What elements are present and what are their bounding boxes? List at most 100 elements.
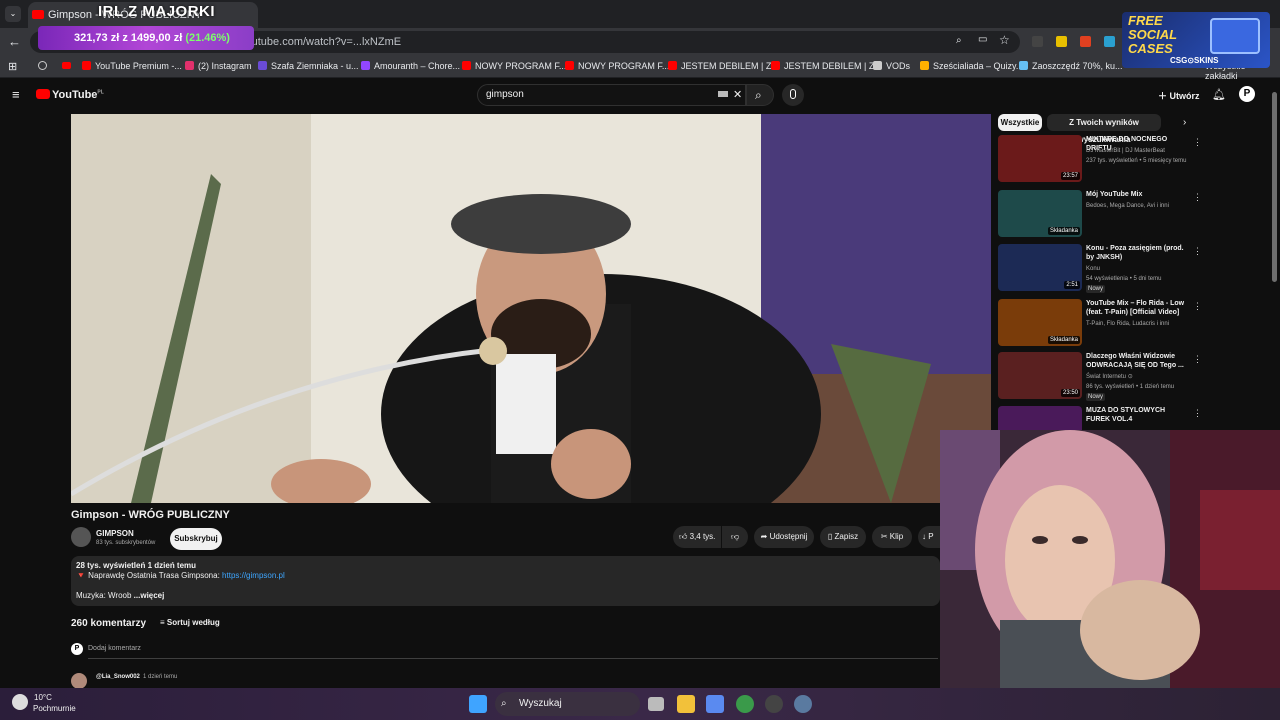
description-link[interactable]: https://gimpson.pl — [222, 571, 285, 580]
duration-badge: 23:50 — [1060, 389, 1080, 397]
add-comment-input[interactable]: Dodaj komentarz — [88, 645, 938, 659]
weather-icon[interactable] — [12, 694, 28, 710]
stream-title: IRL Z MAJORKI — [98, 3, 216, 20]
file-explorer-icon[interactable] — [677, 695, 695, 713]
search-icon: ⌕ — [501, 698, 507, 709]
bookmark-label: Szafa Ziemniaka - u... — [271, 61, 359, 71]
video-thumbnail[interactable]: Składanka — [998, 299, 1082, 346]
back-arrow-icon[interactable]: ← — [8, 34, 21, 49]
sort-button[interactable]: ≡ Sortuj według — [160, 618, 220, 627]
settings-icon[interactable] — [794, 695, 812, 713]
cast-icon[interactable]: ▭ — [978, 34, 987, 45]
youtube-logo[interactable]: YouTubePL — [36, 89, 104, 101]
filter-all[interactable]: Wszystkie — [998, 114, 1042, 131]
create-button[interactable]: ＋ Utwórz — [1158, 89, 1200, 102]
video-thumbnail[interactable]: 23:50 — [998, 352, 1082, 399]
app-icon[interactable] — [765, 695, 783, 713]
bookmarks-bar: ⊞ YouTube Premium -... (2) Instagram Szafa… — [0, 56, 1280, 81]
star-icon[interactable]: ☆ — [999, 33, 1010, 47]
bookmark-item[interactable]: JESTEM DEBILEM | Z... — [771, 61, 882, 71]
region-label: PL — [97, 89, 104, 96]
video-thumbnail[interactable]: Składanka — [998, 190, 1082, 237]
weather-text[interactable]: Pochmurnie — [33, 704, 76, 713]
streamer-webcam — [940, 430, 1280, 692]
bookmark-label: (2) Instagram — [198, 61, 252, 71]
comment-time: 1 dzień temu — [143, 674, 178, 680]
views-date: 28 tys. wyświetleń 1 dzień temu — [76, 561, 197, 570]
extension-icon[interactable] — [1032, 36, 1043, 47]
comment-avatar[interactable] — [71, 673, 87, 689]
apps-grid-icon[interactable]: ⊞ — [8, 60, 17, 73]
bookmark-item[interactable]: JESTEM DEBILEM | Z... — [668, 61, 779, 71]
menu-icon[interactable]: ≡ — [12, 87, 20, 102]
comment-user[interactable]: @Lia_Snow002 — [96, 674, 140, 680]
description-box[interactable]: 28 tys. wyświetleń 1 dzień temu 🔻 Napraw… — [71, 556, 940, 606]
bookmark-item[interactable]: YouTube Premium -... — [82, 61, 182, 71]
goal-target: 1499,00 zł — [130, 32, 183, 44]
more-options-icon[interactable]: ⋮ — [1193, 408, 1198, 419]
bookmark-item[interactable]: Zaoszczędź 70%, ku... — [1019, 61, 1123, 71]
rec-meta: 237 tys. wyświetleń • 5 miesięcy temu — [1086, 158, 1187, 164]
more-options-icon[interactable]: ⋮ — [1193, 301, 1202, 312]
goal-of: z — [122, 32, 128, 44]
video-player[interactable] — [71, 114, 991, 503]
bookmark-item[interactable]: (2) Instagram — [185, 61, 252, 71]
bookmark-item[interactable]: NOWY PROGRAM F... — [565, 61, 669, 71]
recommendation-item[interactable]: Składanka Mój YouTube Mix Bedoes, Mega Dan… — [998, 190, 1202, 240]
recommendation-item[interactable]: 23:57 MIXTAPE DO NOCNEGO DRIFTU DJ MasterB… — [998, 135, 1202, 185]
temperature[interactable]: 10°C — [34, 693, 52, 702]
voice-search-button[interactable] — [782, 84, 804, 106]
search-input[interactable]: gimpson ✕ — [477, 84, 746, 106]
extension-icon[interactable] — [1080, 36, 1091, 47]
download-button[interactable]: ↓ P — [918, 526, 940, 548]
bookmark-item[interactable]: VODs — [873, 61, 910, 71]
show-more-link[interactable]: ...więcej — [134, 591, 165, 600]
subscribe-button[interactable]: Subskrybuj — [170, 528, 222, 550]
task-view-icon[interactable] — [648, 697, 664, 711]
recommendation-item[interactable]: MUZA DO STYLOWYCH FUREK VOL.4 ⋮ — [998, 406, 1198, 430]
store-icon[interactable] — [706, 695, 724, 713]
keyboard-icon[interactable] — [718, 91, 728, 97]
video-thumbnail[interactable]: 2:51 — [998, 244, 1082, 291]
filter-from-search[interactable]: Z Twoich wyników wyszukiwania — [1047, 114, 1161, 144]
search-button[interactable]: ⌕ — [746, 84, 774, 106]
chevron-right-icon[interactable]: › — [1183, 117, 1186, 128]
tab-list-button[interactable]: ⌄ — [5, 6, 21, 22]
extension-icon[interactable] — [1104, 36, 1115, 47]
scrollbar[interactable] — [1272, 92, 1277, 282]
video-thumbnail[interactable] — [998, 406, 1082, 430]
video-frame — [71, 114, 991, 503]
bookmark-icon[interactable] — [38, 61, 47, 70]
save-button[interactable]: ▯ Zapisz — [820, 526, 866, 548]
more-options-icon[interactable]: ⋮ — [1193, 192, 1202, 203]
channel-name[interactable]: GIMPSON — [96, 529, 134, 538]
share-button[interactable]: ➦ Udostępnij — [754, 526, 814, 548]
more-options-icon[interactable]: ⋮ — [1193, 246, 1202, 257]
bookmark-item[interactable]: NOWY PROGRAM F... — [462, 61, 566, 71]
channel-avatar[interactable] — [71, 527, 91, 547]
bookmark-icon[interactable] — [62, 62, 71, 69]
bookmark-favicon-icon — [565, 61, 574, 70]
clip-button[interactable]: ✂ Klip — [872, 526, 912, 548]
windows-start-icon[interactable] — [469, 695, 487, 713]
recommendation-item[interactable]: Składanka YouTube Mix – Flo Rida - Low (f… — [998, 299, 1202, 349]
like-button[interactable]: 👍︎ 3,4 tys. — [673, 526, 721, 548]
notifications-icon[interactable]: 🔔︎ — [1212, 88, 1226, 101]
dislike-button[interactable]: 👎︎ — [722, 526, 748, 548]
chrome-icon[interactable] — [736, 695, 754, 713]
zoom-icon[interactable]: ⌕ — [956, 35, 962, 46]
clear-icon[interactable]: ✕ — [733, 85, 742, 105]
avatar[interactable]: P — [1239, 86, 1255, 102]
extension-icon[interactable] — [1056, 36, 1067, 47]
bookmark-item[interactable]: Sześcialiada – Quizy... — [920, 61, 1023, 71]
video-thumbnail[interactable]: 23:57 — [998, 135, 1082, 182]
more-options-icon[interactable]: ⋮ — [1193, 354, 1202, 365]
taskbar-search[interactable]: ⌕ Wyszukaj — [495, 692, 640, 716]
recommendation-item[interactable]: 23:50 Dlaczego Właśni Widzowie ODWRACAJĄ … — [998, 352, 1202, 402]
recommendation-item[interactable]: 2:51 Konu - Poza zasięgiem (prod. by JNKS… — [998, 244, 1202, 294]
bookmark-label: JESTEM DEBILEM | Z... — [681, 61, 779, 71]
bookmark-favicon-icon — [462, 61, 471, 70]
more-options-icon[interactable]: ⋮ — [1193, 137, 1202, 148]
bookmark-item[interactable]: Szafa Ziemniaka - u... — [258, 61, 359, 71]
bookmark-item[interactable]: Amouranth – Chore... — [361, 61, 460, 71]
